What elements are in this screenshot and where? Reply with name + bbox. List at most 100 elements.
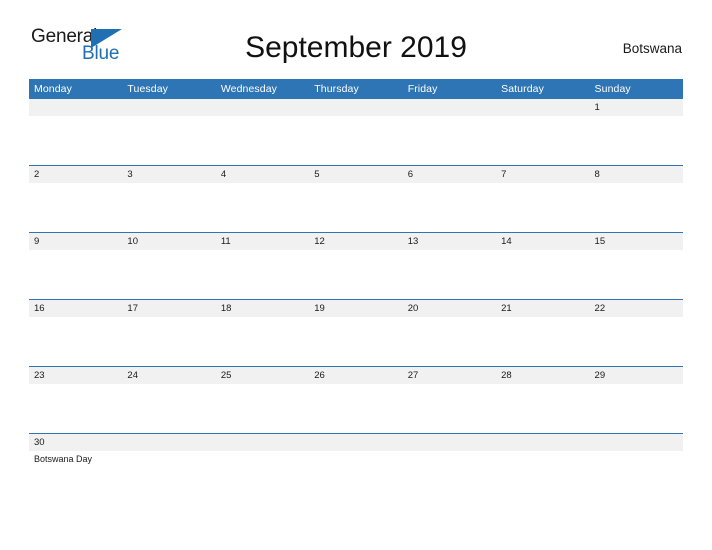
weekday-header-monday: Monday bbox=[29, 79, 123, 99]
day-cell-inner: 18 bbox=[215, 300, 310, 366]
calendar-day-cell[interactable]: 21 bbox=[496, 299, 590, 367]
calendar-day-cell[interactable]: 23 bbox=[29, 366, 123, 434]
calendar-day-cell[interactable]: 13 bbox=[402, 232, 497, 300]
calendar-day-cell[interactable]: 17 bbox=[122, 299, 216, 367]
day-number: 30 bbox=[29, 434, 123, 451]
day-events bbox=[29, 183, 122, 185]
calendar-week-row: 2345678 bbox=[29, 165, 683, 233]
calendar-day-cell[interactable]: 14 bbox=[496, 232, 590, 300]
day-events bbox=[29, 116, 122, 118]
day-cell-inner bbox=[122, 434, 216, 500]
day-cell-inner: 12 bbox=[309, 233, 403, 299]
calendar-day-cell[interactable]: 7 bbox=[496, 165, 590, 233]
calendar-day-cell[interactable]: 27 bbox=[402, 366, 497, 434]
calendar-day-cell[interactable]: 25 bbox=[215, 366, 310, 434]
day-events bbox=[496, 451, 589, 453]
calendar-day-cell[interactable]: 11 bbox=[215, 232, 310, 300]
day-cell-inner: 29 bbox=[589, 367, 683, 433]
calendar-day-cell[interactable]: 8 bbox=[589, 165, 683, 233]
day-events bbox=[590, 451, 683, 453]
day-events bbox=[496, 317, 589, 319]
day-cell-inner: 2 bbox=[29, 166, 123, 232]
day-events bbox=[590, 250, 683, 252]
calendar-day-cell[interactable]: 2 bbox=[29, 165, 123, 233]
calendar-day-cell[interactable]: 6 bbox=[402, 165, 497, 233]
weekday-header-thursday: Thursday bbox=[309, 79, 403, 99]
calendar-day-cell[interactable]: 9 bbox=[29, 232, 123, 300]
calendar-day-cell[interactable]: 15 bbox=[589, 232, 683, 300]
day-events bbox=[496, 116, 589, 118]
weekday-header-tuesday: Tuesday bbox=[122, 79, 216, 99]
calendar-empty-cell bbox=[122, 433, 216, 500]
calendar-grid: Monday Tuesday Wednesday Thursday Friday… bbox=[29, 79, 683, 500]
calendar-day-cell[interactable]: 20 bbox=[402, 299, 497, 367]
day-events bbox=[122, 317, 215, 319]
day-cell-inner bbox=[402, 99, 497, 165]
calendar-day-cell[interactable]: 24 bbox=[122, 366, 216, 434]
day-events bbox=[403, 384, 496, 386]
calendar-empty-cell bbox=[122, 99, 216, 166]
calendar-day-cell[interactable]: 3 bbox=[122, 165, 216, 233]
day-cell-inner: 17 bbox=[122, 300, 216, 366]
day-events bbox=[216, 116, 309, 118]
calendar-day-cell[interactable]: 26 bbox=[309, 366, 403, 434]
day-cell-inner: 25 bbox=[215, 367, 310, 433]
day-number: 13 bbox=[402, 233, 497, 250]
day-events bbox=[403, 451, 496, 453]
day-number: 14 bbox=[496, 233, 590, 250]
day-cell-inner bbox=[496, 434, 590, 500]
calendar-day-cell[interactable]: 1 bbox=[589, 99, 683, 166]
calendar-day-cell[interactable]: 29 bbox=[589, 366, 683, 434]
calendar-empty-cell bbox=[496, 99, 590, 166]
day-events bbox=[590, 317, 683, 319]
day-number bbox=[402, 99, 497, 116]
day-number: 17 bbox=[122, 300, 216, 317]
calendar-day-cell[interactable]: 12 bbox=[309, 232, 403, 300]
calendar-day-cell[interactable]: 30 Botswana Day bbox=[29, 433, 123, 500]
calendar-day-cell[interactable]: 22 bbox=[589, 299, 683, 367]
day-cell-inner: 22 bbox=[589, 300, 683, 366]
weekday-header-friday: Friday bbox=[402, 79, 497, 99]
day-number bbox=[215, 434, 310, 451]
calendar-day-cell[interactable]: 18 bbox=[215, 299, 310, 367]
calendar-day-cell[interactable]: 16 bbox=[29, 299, 123, 367]
day-events bbox=[216, 384, 309, 386]
calendar-empty-cell bbox=[215, 433, 310, 500]
calendar-empty-cell bbox=[29, 99, 123, 166]
day-events bbox=[309, 116, 402, 118]
day-number bbox=[496, 434, 590, 451]
calendar-day-cell[interactable]: 10 bbox=[122, 232, 216, 300]
day-events bbox=[216, 317, 309, 319]
day-number: 24 bbox=[122, 367, 216, 384]
day-number: 21 bbox=[496, 300, 590, 317]
day-events bbox=[309, 384, 402, 386]
day-number: 5 bbox=[309, 166, 403, 183]
day-events bbox=[309, 250, 402, 252]
calendar-day-cell[interactable]: 5 bbox=[309, 165, 403, 233]
weekday-header-sunday: Sunday bbox=[589, 79, 683, 99]
calendar-week-row: 30 Botswana Day bbox=[29, 433, 683, 500]
day-events bbox=[122, 384, 215, 386]
calendar-week-row: 1 bbox=[29, 99, 683, 166]
day-events bbox=[590, 116, 683, 118]
day-cell-inner: 11 bbox=[215, 233, 310, 299]
day-events bbox=[122, 116, 215, 118]
day-cell-inner: 20 bbox=[402, 300, 497, 366]
calendar-empty-cell bbox=[402, 433, 497, 500]
day-events bbox=[403, 317, 496, 319]
calendar-header-row: Monday Tuesday Wednesday Thursday Friday… bbox=[29, 79, 683, 99]
day-cell-inner: 5 bbox=[309, 166, 403, 232]
calendar-day-cell[interactable]: 19 bbox=[309, 299, 403, 367]
calendar-day-cell[interactable]: 28 bbox=[496, 366, 590, 434]
day-events bbox=[122, 451, 215, 453]
calendar-day-cell[interactable]: 4 bbox=[215, 165, 310, 233]
day-number bbox=[309, 99, 403, 116]
day-cell-inner: 7 bbox=[496, 166, 590, 232]
day-events bbox=[590, 183, 683, 185]
day-number: 29 bbox=[589, 367, 683, 384]
day-events bbox=[496, 384, 589, 386]
day-events bbox=[590, 384, 683, 386]
day-cell-inner: 14 bbox=[496, 233, 590, 299]
day-cell-inner: 4 bbox=[215, 166, 310, 232]
day-events bbox=[216, 183, 309, 185]
